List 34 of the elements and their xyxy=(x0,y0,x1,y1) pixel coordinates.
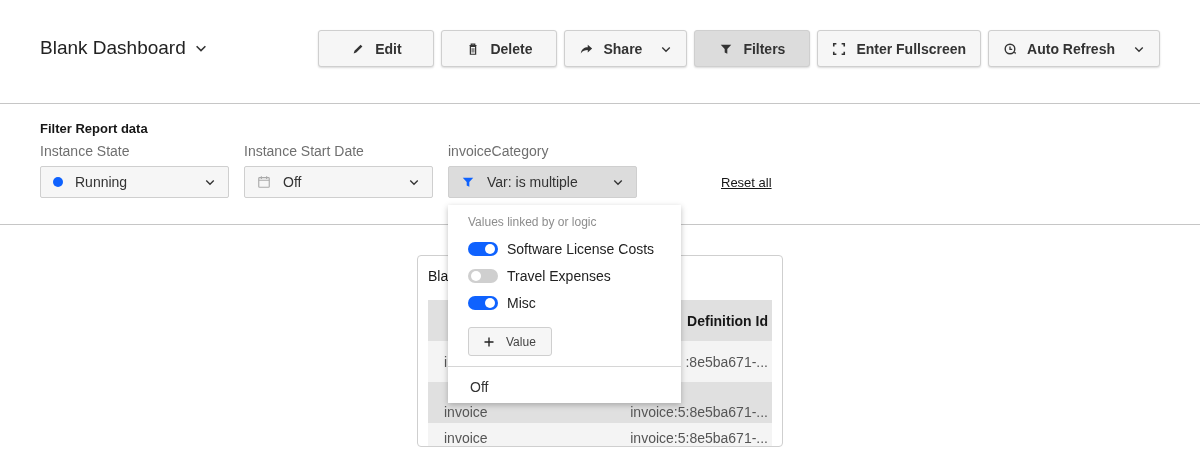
toggle-switch[interactable] xyxy=(468,295,498,310)
reset-link[interactable]: Reset all xyxy=(721,175,772,190)
column-header: Definition Id xyxy=(687,312,768,329)
card-title: Bla xyxy=(428,268,450,284)
section-title: Filter Report data xyxy=(40,121,149,136)
toggle-switch[interactable] xyxy=(468,241,498,256)
clock-refresh-icon xyxy=(1003,41,1018,56)
table-cell: i xyxy=(444,353,448,370)
add-value-button[interactable]: Value xyxy=(468,327,552,356)
toolbar-button[interactable]: Filters xyxy=(694,30,811,67)
plus-icon xyxy=(483,335,495,348)
toggle-switch[interactable] xyxy=(468,268,498,283)
field-label: Instance State xyxy=(40,143,131,159)
menu-hint: Values linked by or logic xyxy=(467,215,598,229)
toolbar-button[interactable]: Edit xyxy=(318,30,435,67)
option-label: Travel Expenses xyxy=(507,267,611,284)
option-label: Misc xyxy=(507,294,536,311)
field-label: invoiceCategory xyxy=(448,143,550,159)
toolbar-button[interactable]: Share xyxy=(564,30,688,67)
dropdown-field[interactable]: Off xyxy=(244,166,433,198)
filter-icon xyxy=(461,175,475,189)
field-label: Instance Start Date xyxy=(244,143,365,159)
fullscreen-icon xyxy=(832,41,847,56)
toolbar-button[interactable]: Enter Fullscreen xyxy=(817,30,982,67)
table-cell: invoice xyxy=(444,430,488,446)
dropdown-field[interactable]: Running xyxy=(40,166,229,198)
table-cell: :8e5ba671-... xyxy=(685,353,768,370)
toolbar-button[interactable]: Auto Refresh xyxy=(988,30,1160,67)
table-cell: invoice:5:8e5ba671-... xyxy=(630,430,768,446)
calendar-icon xyxy=(257,175,271,189)
toolbar-button[interactable]: Delete xyxy=(441,30,558,67)
dashboard-title[interactable]: Blank Dashboard xyxy=(40,37,208,59)
dropdown-field[interactable]: Var: is multiple xyxy=(448,166,637,198)
option-label: Software License Costs xyxy=(507,240,655,257)
